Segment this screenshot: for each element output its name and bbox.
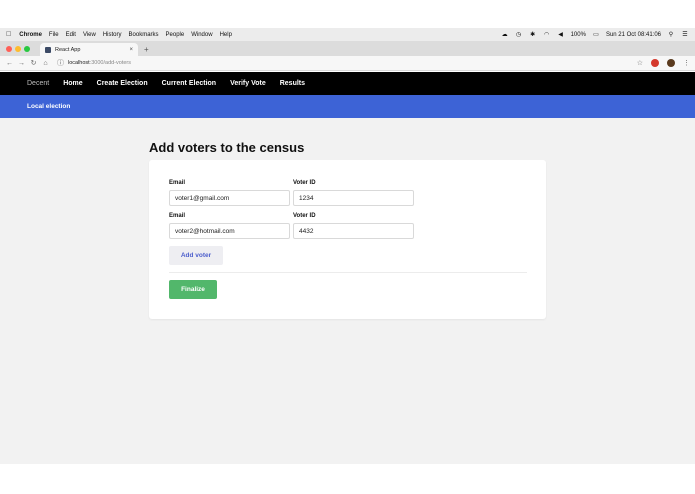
- brand-logo[interactable]: Decent: [27, 80, 49, 87]
- time-machine-icon[interactable]: ◷: [515, 32, 523, 38]
- clock[interactable]: Sun 21 Oct 08:41:06: [606, 32, 661, 38]
- browser-toolbar: ← → ↻ ⌂ ⓘ localhost:3000/add-voters ☆ ⋮: [0, 56, 695, 71]
- voters-form-card: Email Voter ID voter1@gmail.com 1234 Ema…: [149, 160, 546, 319]
- email-label-2: Email: [169, 213, 186, 219]
- main-content: Add voters to the census Email Voter ID …: [0, 118, 695, 464]
- nav-verify-vote[interactable]: Verify Vote: [230, 80, 266, 87]
- tab-title: React App: [55, 46, 81, 53]
- macos-menu-bar:  Chrome File Edit View History Bookmark…: [0, 28, 695, 41]
- address-bar[interactable]: ⓘ localhost:3000/add-voters: [56, 58, 131, 68]
- bluetooth-icon[interactable]: ✱: [529, 32, 537, 38]
- browser-tab-strip: React App × +: [0, 41, 695, 56]
- app-navbar: Decent Home Create Election Current Elec…: [0, 72, 695, 95]
- notification-center-icon[interactable]: ☰: [681, 32, 689, 38]
- volume-icon[interactable]: ◀: [557, 32, 565, 38]
- metamask-extension-icon[interactable]: [667, 59, 675, 67]
- back-icon[interactable]: ←: [5, 60, 14, 67]
- minimize-window-icon[interactable]: [15, 45, 21, 52]
- email-field-2[interactable]: voter2@hotmail.com: [169, 223, 290, 239]
- wifi-icon[interactable]: ◠: [543, 32, 551, 38]
- menu-window[interactable]: Window: [191, 32, 212, 38]
- menu-edit[interactable]: Edit: [66, 32, 76, 38]
- voter-id-label-2: Voter ID: [293, 213, 316, 219]
- forward-icon[interactable]: →: [17, 60, 26, 67]
- spotlight-search-icon[interactable]: ⚲: [667, 32, 675, 38]
- favicon-icon: [45, 46, 51, 53]
- email-field-1[interactable]: voter1@gmail.com: [169, 190, 290, 206]
- reload-icon[interactable]: ↻: [29, 59, 38, 67]
- election-subnav: Local election: [0, 95, 695, 118]
- voter-id-field-1[interactable]: 1234: [293, 190, 414, 206]
- url-path: :3000/add-voters: [89, 60, 131, 66]
- menu-view[interactable]: View: [83, 32, 96, 38]
- zoom-window-icon[interactable]: [24, 45, 30, 52]
- close-tab-icon[interactable]: ×: [129, 47, 133, 53]
- voter-id-field-2[interactable]: 4432: [293, 223, 414, 239]
- finalize-button[interactable]: Finalize: [169, 280, 217, 299]
- nav-current-election[interactable]: Current Election: [162, 80, 216, 87]
- battery-percent[interactable]: 100%: [571, 32, 586, 38]
- menu-file[interactable]: File: [49, 32, 59, 38]
- menu-help[interactable]: Help: [220, 32, 232, 38]
- form-divider: [169, 272, 527, 273]
- add-voter-button[interactable]: Add voter: [169, 246, 223, 265]
- nav-home[interactable]: Home: [63, 80, 82, 87]
- menu-history[interactable]: History: [103, 32, 122, 38]
- new-tab-icon[interactable]: +: [144, 43, 149, 56]
- home-icon[interactable]: ⌂: [41, 60, 50, 67]
- info-icon[interactable]: ⓘ: [56, 58, 65, 68]
- url-host: localhost: [68, 60, 90, 66]
- nav-create-election[interactable]: Create Election: [97, 80, 148, 87]
- adblock-extension-icon[interactable]: [651, 59, 659, 67]
- window-controls: [0, 41, 36, 56]
- nav-results[interactable]: Results: [280, 80, 305, 87]
- menu-bookmarks[interactable]: Bookmarks: [129, 32, 159, 38]
- battery-icon[interactable]: ▭: [592, 32, 600, 38]
- toolbar-right: ☆ ⋮: [637, 59, 690, 67]
- menu-status-area: ☁ ◷ ✱ ◠ ◀ 100% ▭ Sun 21 Oct 08:41:06 ⚲ ☰: [501, 32, 689, 38]
- chrome-menu-icon[interactable]: ⋮: [683, 59, 690, 67]
- browser-tab-react-app[interactable]: React App ×: [40, 43, 138, 56]
- voter-id-label-1: Voter ID: [293, 180, 316, 186]
- menu-app-name[interactable]: Chrome: [19, 32, 42, 38]
- menu-people[interactable]: People: [166, 32, 185, 38]
- cloud-icon[interactable]: ☁: [501, 32, 509, 38]
- election-title[interactable]: Local election: [27, 103, 70, 110]
- email-label-1: Email: [169, 180, 186, 186]
- close-window-icon[interactable]: [6, 45, 12, 52]
- bookmark-star-icon[interactable]: ☆: [637, 59, 643, 67]
- page-title: Add voters to the census: [149, 140, 305, 155]
- apple-menu-icon[interactable]: : [6, 31, 11, 38]
